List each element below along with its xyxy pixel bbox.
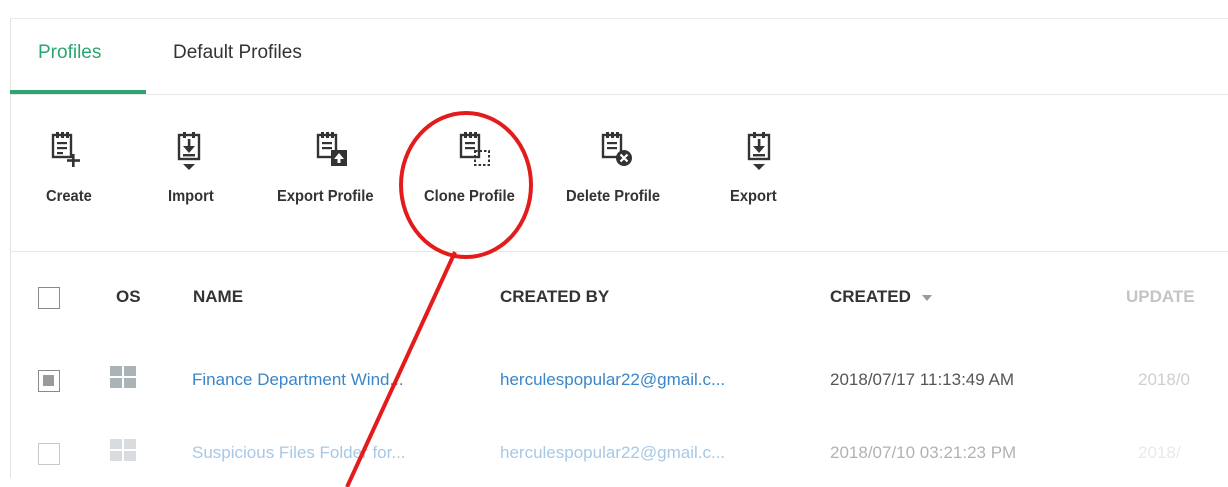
create-label: Create <box>46 188 92 205</box>
column-header-created-label: CREATED <box>830 287 911 306</box>
export-profile-button[interactable]: Export Profile <box>277 122 407 222</box>
delete-profile-icon <box>601 132 632 166</box>
create-profile-icon <box>51 132 80 167</box>
sort-descending-icon <box>921 294 932 301</box>
column-header-os[interactable]: OS <box>116 287 141 307</box>
table-row[interactable]: Suspicious Files Folder for... herculesp… <box>10 439 1228 467</box>
profiles-panel: Profiles Default Profiles Create Import <box>0 0 1228 487</box>
export-label: Export <box>730 188 777 205</box>
created-by-link[interactable]: herculespopular22@gmail.c... <box>500 443 725 463</box>
tabs-divider <box>10 94 1228 95</box>
table-row[interactable]: Finance Department Wind... herculespopul… <box>10 366 1228 394</box>
clone-profile-icon <box>459 132 490 166</box>
updated-date: 2018/ <box>1138 443 1181 462</box>
import-icon <box>177 132 201 170</box>
select-all-checkbox[interactable] <box>38 287 60 309</box>
clone-profile-button[interactable]: Clone Profile <box>424 122 544 222</box>
clone-profile-label: Clone Profile <box>424 188 515 205</box>
delete-profile-label: Delete Profile <box>566 188 661 205</box>
import-button[interactable]: Import <box>166 122 236 222</box>
delete-profile-button[interactable]: Delete Profile <box>566 122 686 222</box>
import-label: Import <box>168 188 214 205</box>
created-date: 2018/07/10 03:21:23 PM <box>830 443 1017 462</box>
profile-name-link[interactable]: Suspicious Files Folder for... <box>192 443 406 463</box>
tab-bar: Profiles Default Profiles <box>10 18 1228 94</box>
created-date: 2018/07/17 11:13:49 AM <box>830 370 1015 389</box>
column-header-updated[interactable]: UPDATE <box>1126 287 1195 307</box>
export-button[interactable]: Export <box>730 122 800 222</box>
create-button[interactable]: Create <box>44 122 114 222</box>
row-checkbox[interactable] <box>38 370 60 392</box>
export-icon <box>747 132 771 170</box>
windows-icon <box>110 366 138 390</box>
column-header-name[interactable]: NAME <box>193 287 243 307</box>
column-header-created-by[interactable]: CREATED BY <box>500 287 609 307</box>
windows-icon <box>110 439 138 463</box>
column-header-created[interactable]: CREATED <box>830 287 932 307</box>
updated-date: 2018/0 <box>1138 370 1190 389</box>
created-by-link[interactable]: herculespopular22@gmail.c... <box>500 370 725 390</box>
toolbar-divider <box>10 251 1228 252</box>
tab-default-profiles[interactable]: Default Profiles <box>173 42 302 64</box>
export-profile-label: Export Profile <box>277 188 374 205</box>
tab-profiles[interactable]: Profiles <box>38 42 101 64</box>
table-header: OS NAME CREATED BY CREATED UPDATE <box>10 287 1228 311</box>
export-profile-icon <box>316 132 347 166</box>
profile-name-link[interactable]: Finance Department Wind... <box>192 370 404 390</box>
row-checkbox[interactable] <box>38 443 60 465</box>
